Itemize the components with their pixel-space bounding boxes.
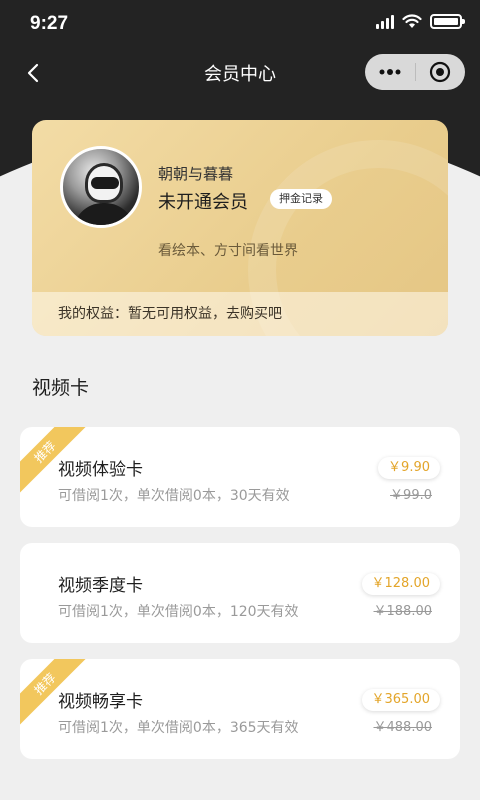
avatar[interactable] [60, 146, 142, 228]
card-title: 视频季度卡 [58, 576, 143, 596]
target-close-icon [430, 61, 451, 83]
status-icons [376, 14, 465, 29]
card-desc: 可借阅1次，单次借阅0本，120天有效 [58, 604, 299, 620]
status-bar: 9:27 [0, 0, 480, 48]
nav-bar: 会员中心 [0, 48, 480, 98]
deposit-record-button[interactable]: 押金记录 [270, 189, 332, 209]
slogan: 看绘本、方寸间看世界 [158, 243, 298, 259]
card-item[interactable]: 视频季度卡 可借阅1次，单次借阅0本，120天有效 ￥128.00 ￥188.0… [20, 543, 460, 643]
nickname: 朝朝与暮暮 [158, 165, 234, 183]
battery-icon [430, 14, 465, 29]
original-price: ￥99.0 [390, 488, 432, 503]
card-desc: 可借阅1次，单次借阅0本，30天有效 [58, 488, 290, 504]
card-title: 视频畅享卡 [58, 692, 143, 712]
member-status: 未开通会员 [158, 192, 248, 213]
original-price: ￥188.00 [373, 604, 433, 619]
benefits-link[interactable]: 我的权益：暂无可用权益，去购买吧 [32, 292, 448, 336]
mini-program-capsule [365, 54, 465, 90]
card-title: 视频体验卡 [58, 460, 143, 480]
member-card: 朝朝与暮暮 未开通会员 押金记录 看绘本、方寸间看世界 我的权益：暂无可用权益，… [32, 120, 448, 336]
more-dots-icon [379, 69, 401, 75]
signal-icon [376, 14, 394, 29]
wifi-icon [402, 14, 422, 28]
more-button[interactable] [365, 54, 415, 90]
original-price: ￥488.00 [373, 720, 433, 735]
section-title: 视频卡 [32, 377, 90, 399]
card-desc: 可借阅1次，单次借阅0本，365天有效 [58, 720, 299, 736]
close-button[interactable] [416, 54, 466, 90]
card-item[interactable]: 推荐 视频畅享卡 可借阅1次，单次借阅0本，365天有效 ￥365.00 ￥48… [20, 659, 460, 759]
status-time: 9:27 [30, 13, 69, 34]
price-button[interactable]: ￥128.00 [361, 573, 440, 595]
price-button[interactable]: ￥365.00 [361, 689, 440, 711]
price-button[interactable]: ￥9.90 [378, 457, 440, 479]
card-item[interactable]: 推荐 视频体验卡 可借阅1次，单次借阅0本，30天有效 ￥9.90 ￥99.0 [20, 427, 460, 527]
